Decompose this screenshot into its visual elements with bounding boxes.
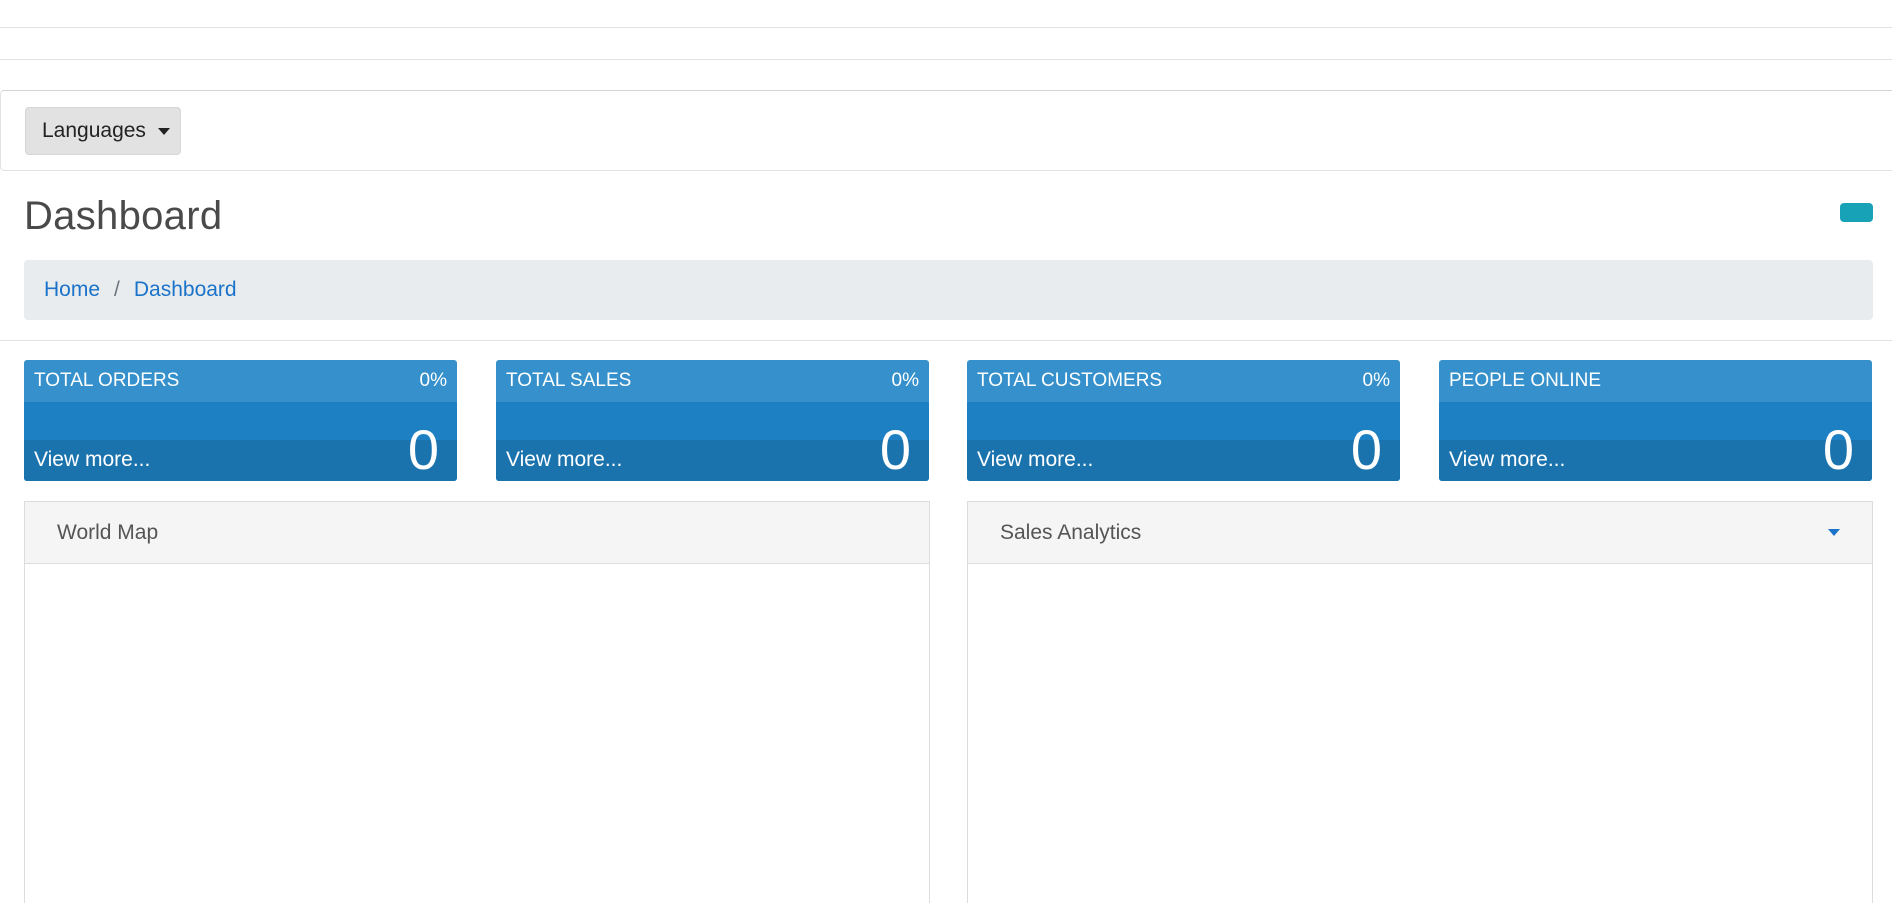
info-button[interactable] <box>1840 203 1873 222</box>
tile-value: 0 <box>1350 418 1382 481</box>
stat-tile-total-orders: TOTAL ORDERS 0% View more... 0 <box>24 360 457 481</box>
panel-title: World Map <box>57 521 159 544</box>
breadcrumb-dashboard[interactable]: Dashboard <box>134 278 237 302</box>
page-title: Dashboard <box>24 194 223 238</box>
tile-title: PEOPLE ONLINE <box>1449 370 1602 391</box>
tile-percent: 0% <box>1362 370 1390 391</box>
header-divider <box>0 340 1892 341</box>
languages-dropdown-button[interactable]: Languages <box>25 107 181 155</box>
panel-header: World Map <box>25 502 929 564</box>
tile-percent: 0% <box>891 370 919 391</box>
languages-label: Languages <box>42 119 146 142</box>
sales-analytics-panel: Sales Analytics <box>967 501 1873 903</box>
tile-title: TOTAL CUSTOMERS <box>977 370 1163 391</box>
breadcrumb-separator: / <box>114 278 120 301</box>
top-divider-1 <box>0 27 1892 28</box>
breadcrumb: Home / Dashboard <box>24 260 1873 320</box>
tile-value: 0 <box>1822 418 1854 481</box>
tile-title: TOTAL ORDERS <box>34 370 180 391</box>
top-divider-2 <box>0 59 1892 60</box>
tile-header: TOTAL ORDERS 0% <box>24 360 457 402</box>
caret-down-icon <box>157 127 170 135</box>
stat-tile-total-customers: TOTAL CUSTOMERS 0% View more... 0 <box>967 360 1400 481</box>
stat-tile-people-online: PEOPLE ONLINE View more... 0 <box>1439 360 1872 481</box>
tile-header: PEOPLE ONLINE <box>1439 360 1872 402</box>
language-bar: Languages <box>0 90 1892 171</box>
stat-tile-total-sales: TOTAL SALES 0% View more... 0 <box>496 360 929 481</box>
view-more-link[interactable]: View more... <box>506 448 622 472</box>
caret-down-icon[interactable] <box>1828 529 1840 536</box>
tile-value: 0 <box>879 418 911 481</box>
tile-title: TOTAL SALES <box>506 370 632 391</box>
tile-percent: 0% <box>419 370 447 391</box>
panel-header: Sales Analytics <box>968 502 1872 564</box>
view-more-link[interactable]: View more... <box>34 448 150 472</box>
world-map-panel: World Map <box>24 501 930 903</box>
breadcrumb-home[interactable]: Home <box>44 278 100 302</box>
view-more-link[interactable]: View more... <box>1449 448 1565 472</box>
tile-header: TOTAL SALES 0% <box>496 360 929 402</box>
tile-value: 0 <box>407 418 439 481</box>
view-more-link[interactable]: View more... <box>977 448 1093 472</box>
tile-header: TOTAL CUSTOMERS 0% <box>967 360 1400 402</box>
panel-title: Sales Analytics <box>1000 521 1142 544</box>
